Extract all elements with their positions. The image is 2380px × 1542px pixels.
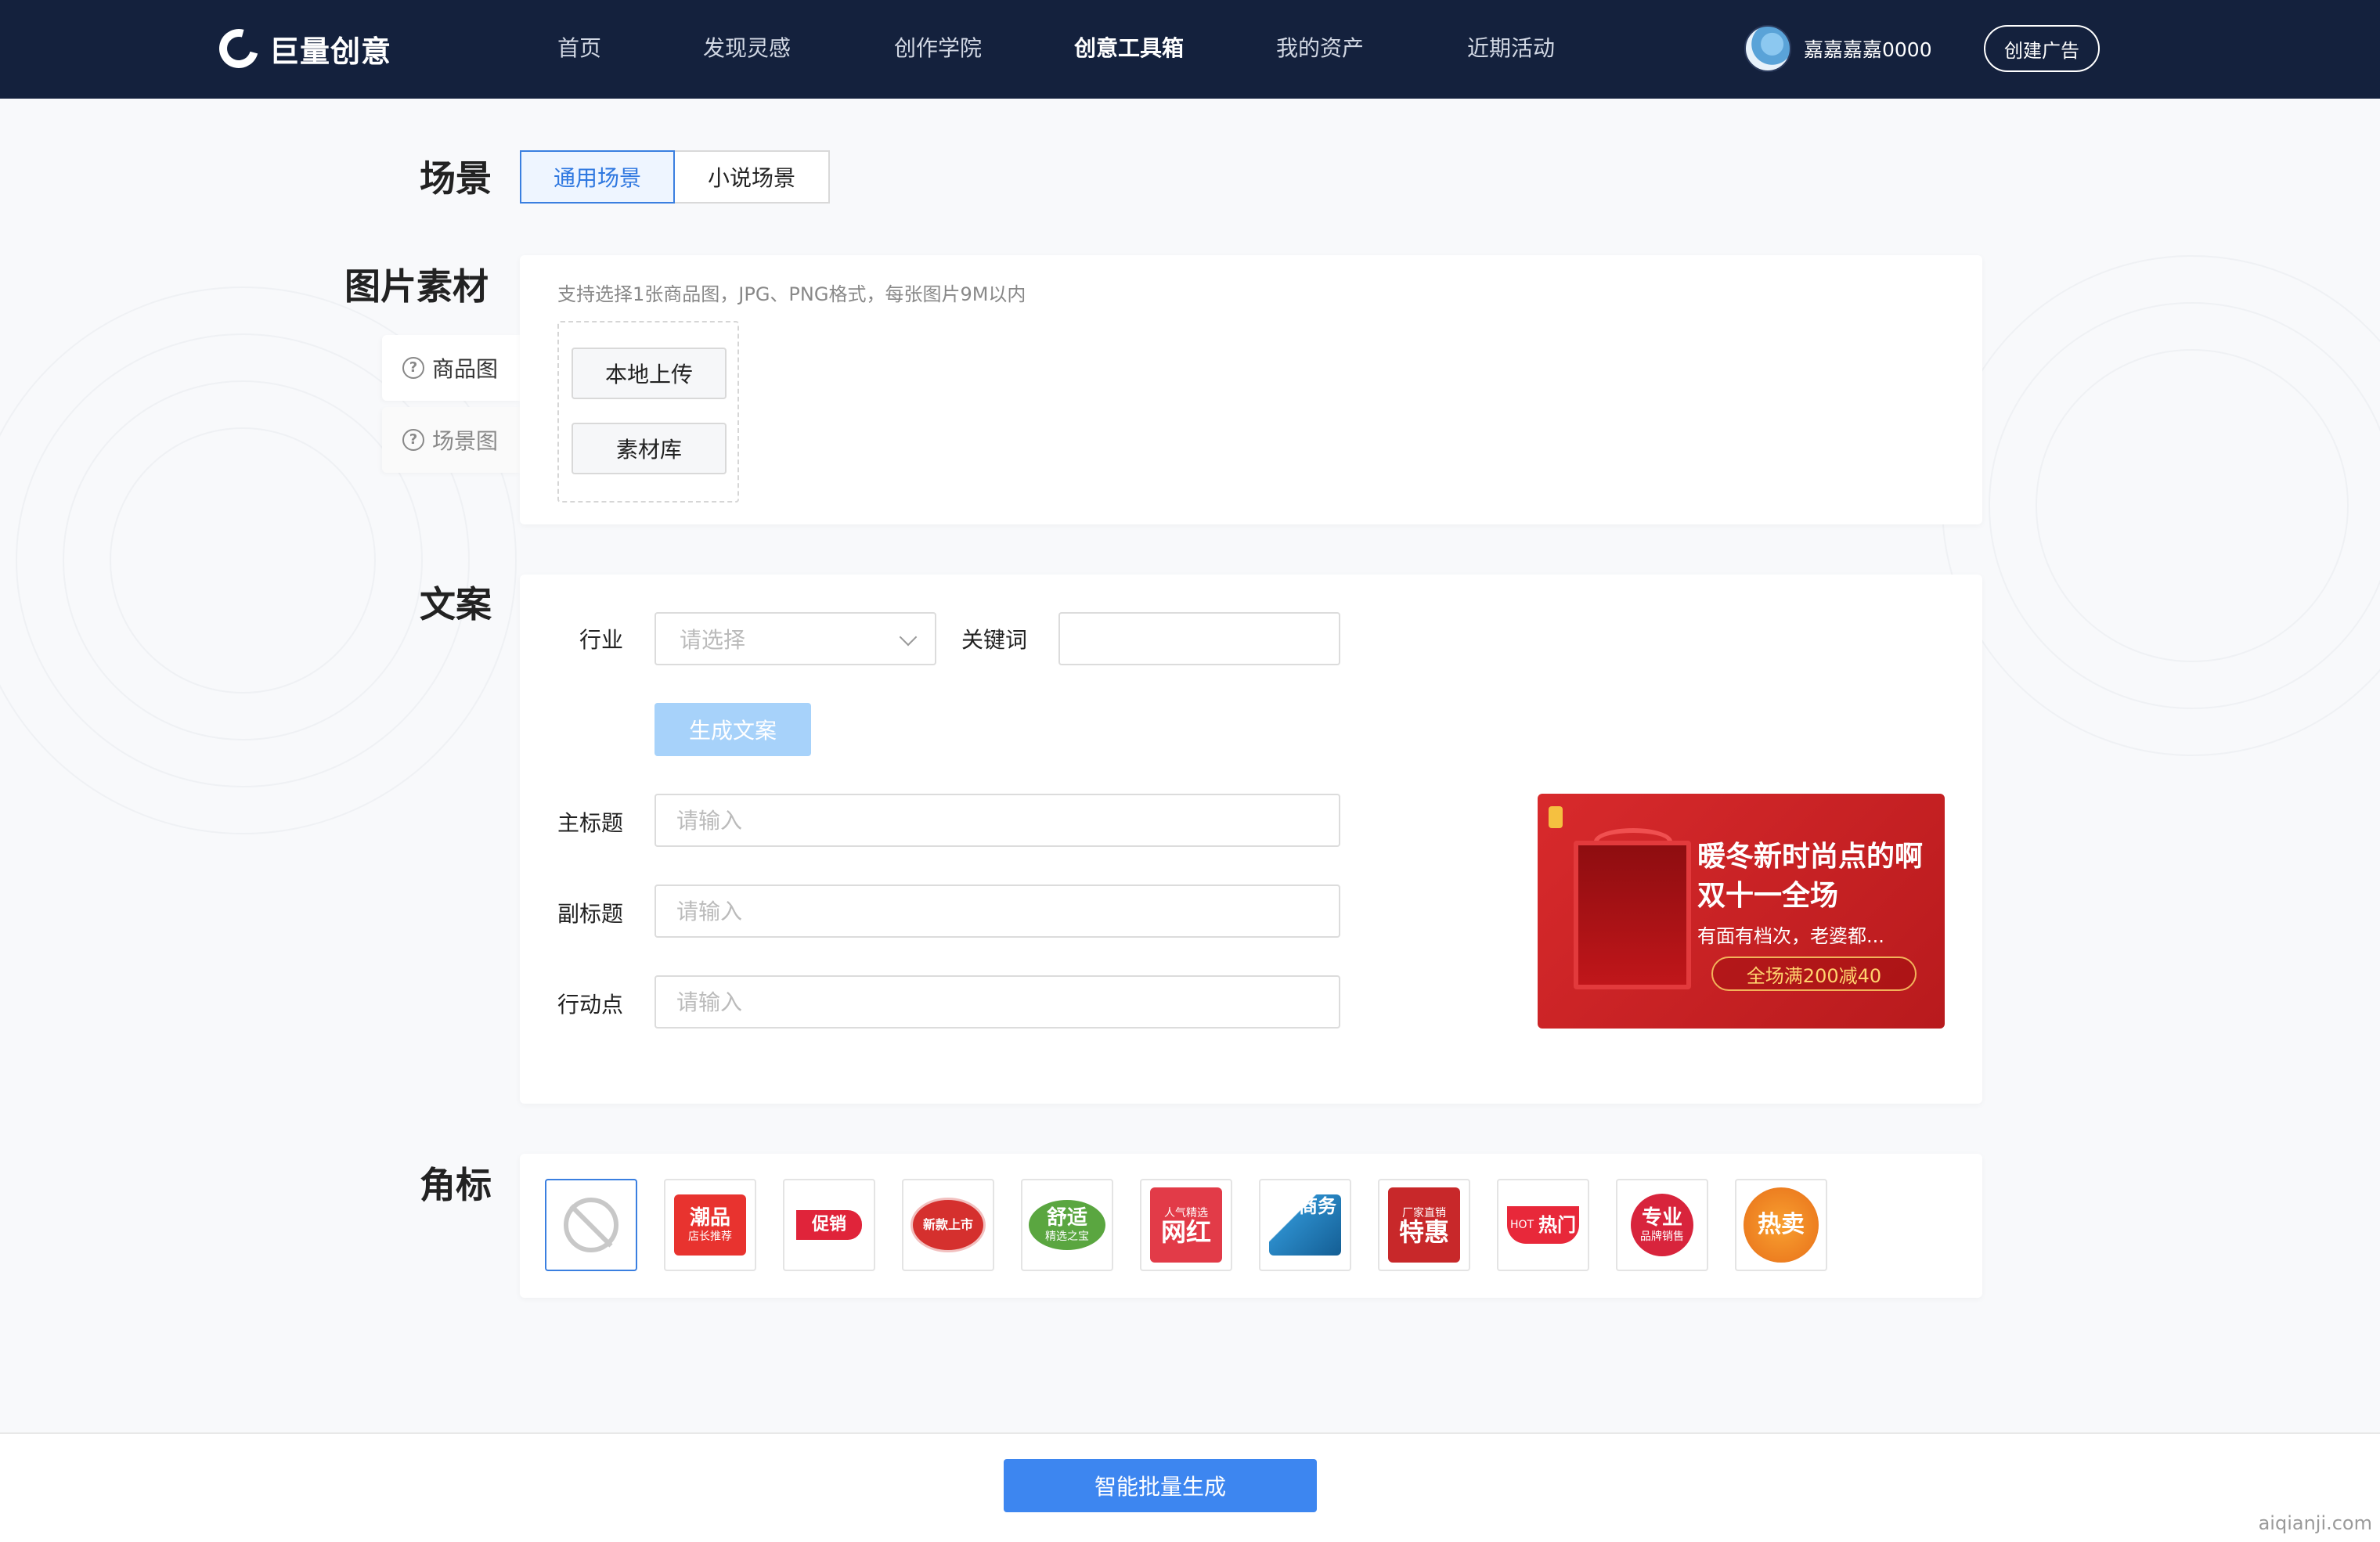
preview-title-line1: 暖冬新时尚点的啊 xyxy=(1697,841,1924,873)
nav-home[interactable]: 首页 xyxy=(557,31,601,66)
image-material-label: 图片素材 xyxy=(344,265,489,308)
nav-events[interactable]: 近期活动 xyxy=(1467,31,1555,66)
tag-comfort-text: 舒适 xyxy=(1046,1206,1087,1230)
tag-business-badge: 商务 xyxy=(1269,1194,1341,1256)
action-point-input[interactable] xyxy=(654,975,1340,1029)
brand-name: 巨量创意 xyxy=(269,34,392,69)
logo-icon xyxy=(211,21,266,76)
nav-assets[interactable]: 我的资产 xyxy=(1276,31,1364,66)
tag-comfort[interactable]: 舒适 精选之宝 xyxy=(1021,1179,1113,1271)
scene-general-button[interactable]: 通用场景 xyxy=(520,150,675,204)
tag-special[interactable]: 厂家直销 特惠 xyxy=(1378,1179,1470,1271)
local-upload-button[interactable]: 本地上传 xyxy=(572,348,727,399)
corner-tag-label: 角标 xyxy=(420,1164,492,1206)
tag-hot[interactable]: HOT 热门 xyxy=(1497,1179,1589,1271)
copy-label: 文案 xyxy=(420,583,492,625)
tag-new-badge: 新款上市 xyxy=(911,1198,986,1252)
tag-trend-sub: 店长推荐 xyxy=(688,1230,732,1243)
scene-toggle: 通用场景 小说场景 xyxy=(520,150,830,204)
tag-pro-text: 专业 xyxy=(1641,1206,1682,1230)
tag-best[interactable]: 热卖 xyxy=(1735,1179,1827,1271)
watermark: aiqianji.com xyxy=(2258,1512,2372,1534)
tag-hot-badge: HOT 热门 xyxy=(1507,1206,1579,1244)
tag-influencer-badge: 人气精选 网红 xyxy=(1150,1187,1222,1263)
tag-trend[interactable]: 潮品 店长推荐 xyxy=(664,1179,756,1271)
tag-influencer-text: 网红 xyxy=(1160,1217,1211,1247)
tag-influencer[interactable]: 人气精选 网红 xyxy=(1140,1179,1232,1271)
upload-dropzone[interactable]: 本地上传 素材库 xyxy=(557,321,739,503)
batch-generate-button[interactable]: 智能批量生成 xyxy=(1004,1459,1317,1512)
industry-select[interactable]: 请选择 xyxy=(654,612,936,665)
user-name: 嘉嘉嘉嘉0000 xyxy=(1804,38,1932,61)
preview-title: 暖冬新时尚点的啊 双十一全场 xyxy=(1697,838,1923,916)
tab-scene-image-label: 场景图 xyxy=(432,428,499,454)
tag-comfort-badge: 舒适 精选之宝 xyxy=(1029,1200,1105,1250)
tag-special-badge: 厂家直销 特惠 xyxy=(1388,1187,1460,1263)
preview-banner: 暖冬新时尚点的啊 双十一全场 有面有档次，老婆都... 全场满200减40 xyxy=(1538,794,1945,1029)
tag-best-badge: 热卖 xyxy=(1744,1187,1819,1263)
user-menu[interactable]: 嘉嘉嘉嘉0000 xyxy=(1744,25,1932,72)
page: 巨量创意 首页 发现灵感 创作学院 创意工具箱 我的资产 近期活动 嘉嘉嘉嘉00… xyxy=(0,0,2380,1542)
nav-toolbox[interactable]: 创意工具箱 xyxy=(1074,31,1184,66)
sub-title-input[interactable] xyxy=(654,884,1340,938)
material-library-button[interactable]: 素材库 xyxy=(572,423,727,474)
tag-special-text: 特惠 xyxy=(1398,1217,1449,1247)
tag-new-text: 新款上市 xyxy=(922,1217,973,1232)
tag-promo-text: 促销 xyxy=(811,1215,846,1234)
scene-novel-button[interactable]: 小说场景 xyxy=(675,150,830,204)
tab-product-image-label: 商品图 xyxy=(432,356,499,382)
tag-best-text: 热卖 xyxy=(1758,1211,1805,1238)
help-icon[interactable]: ? xyxy=(402,357,424,379)
nav-academy[interactable]: 创作学院 xyxy=(894,31,982,66)
tag-hot-text: 热门 xyxy=(1538,1214,1577,1236)
brand-logo[interactable]: 巨量创意 xyxy=(211,21,392,76)
keyword-label: 关键词 xyxy=(961,627,1028,653)
scene-label: 场景 xyxy=(420,157,492,200)
preview-subtitle: 有面有档次，老婆都... xyxy=(1697,925,1884,947)
industry-select-value: 请选择 xyxy=(680,627,746,653)
tag-hot-sub: HOT xyxy=(1509,1219,1534,1231)
avatar xyxy=(1744,25,1791,72)
no-tag-icon xyxy=(564,1198,618,1252)
chevron-down-icon xyxy=(899,628,918,647)
lantern-icon xyxy=(1549,806,1563,828)
preview-promo: 全场满200减40 xyxy=(1711,957,1917,991)
tag-trend-text: 潮品 xyxy=(689,1206,730,1230)
create-ad-button[interactable]: 创建广告 xyxy=(1984,25,2100,72)
generate-copy-button[interactable]: 生成文案 xyxy=(654,703,811,756)
main-title-input[interactable] xyxy=(654,794,1340,847)
tag-pro-sub: 品牌销售 xyxy=(1640,1230,1684,1243)
top-navbar: 巨量创意 首页 发现灵感 创作学院 创意工具箱 我的资产 近期活动 嘉嘉嘉嘉00… xyxy=(0,0,2380,99)
gift-box-icon xyxy=(1574,841,1691,989)
help-icon[interactable]: ? xyxy=(402,429,424,451)
tag-comfort-sub: 精选之宝 xyxy=(1045,1230,1089,1243)
tag-business-text: 商务 xyxy=(1299,1195,1336,1217)
tab-scene-image[interactable]: ? 场景图 xyxy=(382,407,520,473)
industry-label: 行业 xyxy=(579,627,624,653)
upload-hint: 支持选择1张商品图，JPG、PNG格式，每张图片9M以内 xyxy=(557,283,1026,305)
sub-title-label: 副标题 xyxy=(557,901,624,927)
main-title-label: 主标题 xyxy=(557,810,624,836)
tab-product-image[interactable]: ? 商品图 xyxy=(382,335,520,401)
corner-tag-list: 潮品 店长推荐 促销 新款上市 舒适 精选之宝 人气精选 网红 商务 厂家直销 … xyxy=(545,1179,1854,1271)
material-type-tabs: ? 商品图 ? 场景图 xyxy=(382,335,520,479)
tag-pro[interactable]: 专业 品牌销售 xyxy=(1616,1179,1708,1271)
nav-inspiration[interactable]: 发现灵感 xyxy=(703,31,791,66)
keyword-input[interactable] xyxy=(1058,612,1340,665)
tag-pro-badge: 专业 品牌销售 xyxy=(1631,1194,1693,1256)
tag-new[interactable]: 新款上市 xyxy=(902,1179,994,1271)
bottom-action-bar: 智能批量生成 aiqianji.com xyxy=(0,1432,2380,1542)
tag-trend-badge: 潮品 店长推荐 xyxy=(674,1194,746,1256)
tag-none[interactable] xyxy=(545,1179,637,1271)
tag-business[interactable]: 商务 xyxy=(1259,1179,1351,1271)
action-point-label: 行动点 xyxy=(557,992,624,1018)
tag-promo[interactable]: 促销 xyxy=(783,1179,875,1271)
preview-title-line2: 双十一全场 xyxy=(1697,880,1839,912)
tag-promo-badge: 促销 xyxy=(796,1210,862,1240)
